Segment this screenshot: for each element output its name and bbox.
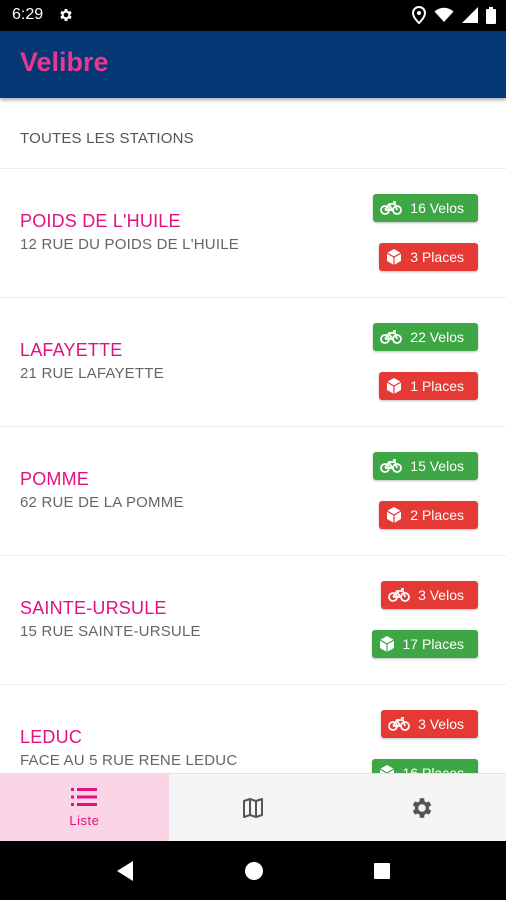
station-address: 12 RUE DU POIDS DE L'HUILE	[20, 236, 239, 253]
station-name: LEDUC	[20, 727, 83, 747]
velos-badge: 22 Velos	[373, 323, 478, 351]
box-icon	[386, 507, 402, 523]
station-item[interactable]: LAFAYETTE 21 RUE LAFAYETTE 22 Velos 1 Pl…	[0, 298, 506, 427]
battery-icon	[486, 6, 496, 24]
places-count: 3 Places	[410, 249, 464, 265]
station-item[interactable]: LEDUC FACE AU 5 RUE RENE LEDUC 3 Velos 1…	[0, 685, 506, 773]
bicycle-icon	[388, 717, 410, 731]
places-count: 1 Places	[410, 378, 464, 394]
station-name: POIDS DE L'HUILE	[20, 211, 181, 231]
places-badge: 1 Places	[379, 372, 478, 400]
status-icons	[412, 6, 496, 24]
gear-icon	[60, 9, 72, 21]
section-header: TOUTES LES STATIONS	[0, 98, 506, 169]
station-address: FACE AU 5 RUE RENE LEDUC	[20, 752, 238, 769]
box-icon	[379, 765, 394, 773]
signal-icon	[462, 7, 478, 23]
box-icon	[386, 378, 402, 394]
location-icon	[412, 6, 426, 24]
bicycle-icon	[388, 588, 410, 602]
places-count: 17 Places	[402, 636, 464, 652]
recents-icon[interactable]	[373, 862, 391, 880]
velos-badge: 16 Velos	[373, 194, 478, 222]
velos-count: 16 Velos	[410, 200, 464, 216]
app-title: Velibre	[20, 47, 109, 77]
velos-badge: 15 Velos	[373, 452, 478, 480]
station-address: 62 RUE DE LA POMME	[20, 494, 184, 511]
station-address: 21 RUE LAFAYETTE	[20, 365, 164, 382]
station-name: SAINTE-URSULE	[20, 598, 167, 618]
places-count: 2 Places	[410, 507, 464, 523]
velos-badge: 3 Velos	[381, 710, 478, 738]
station-item[interactable]: POMME 62 RUE DE LA POMME 15 Velos 2 Plac…	[0, 427, 506, 556]
wifi-icon	[434, 7, 454, 22]
places-badge: 2 Places	[379, 501, 478, 529]
station-item[interactable]: POIDS DE L'HUILE 12 RUE DU POIDS DE L'HU…	[0, 169, 506, 298]
velos-count: 3 Velos	[418, 587, 464, 603]
bicycle-icon	[380, 330, 403, 344]
nav-label-liste: Liste	[69, 813, 100, 828]
station-name: LAFAYETTE	[20, 340, 123, 360]
home-icon[interactable]	[244, 861, 264, 881]
nav-item-settings[interactable]	[337, 774, 506, 841]
nav-item-liste[interactable]: Liste	[0, 774, 169, 841]
places-badge: 3 Places	[379, 243, 478, 271]
box-icon	[379, 636, 394, 652]
box-icon	[386, 249, 402, 265]
bicycle-icon	[380, 459, 403, 473]
status-bar: 6:29	[0, 0, 506, 31]
velos-count: 22 Velos	[410, 329, 464, 345]
bicycle-icon	[380, 201, 403, 215]
station-address: 15 RUE SAINTE-URSULE	[20, 623, 201, 640]
app-bar: Velibre	[0, 31, 506, 98]
settings-icon	[412, 797, 431, 818]
status-time: 6:29	[12, 6, 44, 23]
bottom-nav: Liste	[0, 773, 506, 841]
station-list[interactable]: TOUTES LES STATIONS POIDS DE L'HUILE 12 …	[0, 98, 506, 773]
station-item[interactable]: SAINTE-URSULE 15 RUE SAINTE-URSULE 3 Vel…	[0, 556, 506, 685]
back-icon[interactable]	[115, 860, 135, 882]
map-icon	[243, 797, 263, 818]
places-badge: 16 Places	[371, 759, 478, 773]
velos-badge: 3 Velos	[381, 581, 478, 609]
system-nav-bar	[0, 841, 506, 900]
places-badge: 17 Places	[371, 630, 478, 658]
places-count: 16 Places	[402, 765, 464, 773]
station-name: POMME	[20, 469, 90, 489]
velos-count: 15 Velos	[410, 458, 464, 474]
velos-count: 3 Velos	[418, 716, 464, 732]
nav-item-map[interactable]	[169, 774, 338, 841]
list-icon	[71, 788, 98, 806]
